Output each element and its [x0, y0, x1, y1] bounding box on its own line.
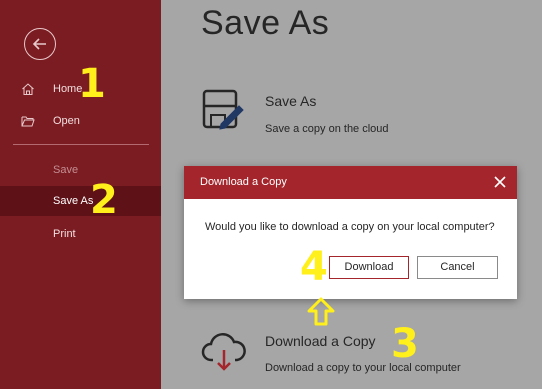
arrow-left-icon	[32, 38, 46, 50]
sidebar-item-label: Open	[53, 115, 80, 127]
download-copy-dialog: Download a Copy Would you like to downlo…	[184, 166, 517, 299]
dialog-title: Download a Copy	[200, 176, 287, 188]
backstage-sidebar: Home Open Save Save As Print	[0, 0, 161, 389]
cloud-download-icon	[201, 333, 246, 371]
download-copy-option-description: Download a copy to your local computer	[265, 362, 461, 374]
download-button[interactable]: Download	[329, 256, 409, 279]
step-marker-2: 2	[90, 177, 118, 223]
download-copy-option-title: Download a Copy	[265, 333, 376, 349]
dialog-message: Would you like to download a copy on you…	[205, 221, 495, 233]
step-marker-4: 4	[300, 244, 328, 290]
step-marker-3: 3	[391, 321, 419, 367]
back-button[interactable]	[24, 28, 56, 60]
save-as-icon	[202, 89, 244, 130]
folder-open-icon	[21, 116, 35, 127]
dialog-header: Download a Copy	[184, 166, 517, 199]
save-as-option-description: Save a copy on the cloud	[265, 123, 389, 135]
sidebar-item-save-as[interactable]: Save As	[0, 186, 161, 216]
save-as-option-title: Save As	[265, 93, 317, 109]
sidebar-item-save[interactable]: Save	[0, 155, 161, 185]
close-icon[interactable]	[493, 175, 507, 189]
step-marker-1: 1	[78, 61, 106, 107]
sidebar-item-open[interactable]: Open	[0, 106, 161, 136]
sidebar-item-label: Print	[53, 228, 76, 240]
cancel-button[interactable]: Cancel	[417, 256, 498, 279]
arrow-up-icon	[307, 297, 335, 326]
sidebar-item-label: Save As	[53, 195, 94, 207]
home-icon	[22, 83, 34, 95]
sidebar-divider	[13, 144, 149, 145]
sidebar-item-label: Save	[53, 164, 79, 176]
sidebar-item-print[interactable]: Print	[0, 219, 161, 249]
page-title: Save As	[201, 4, 330, 42]
